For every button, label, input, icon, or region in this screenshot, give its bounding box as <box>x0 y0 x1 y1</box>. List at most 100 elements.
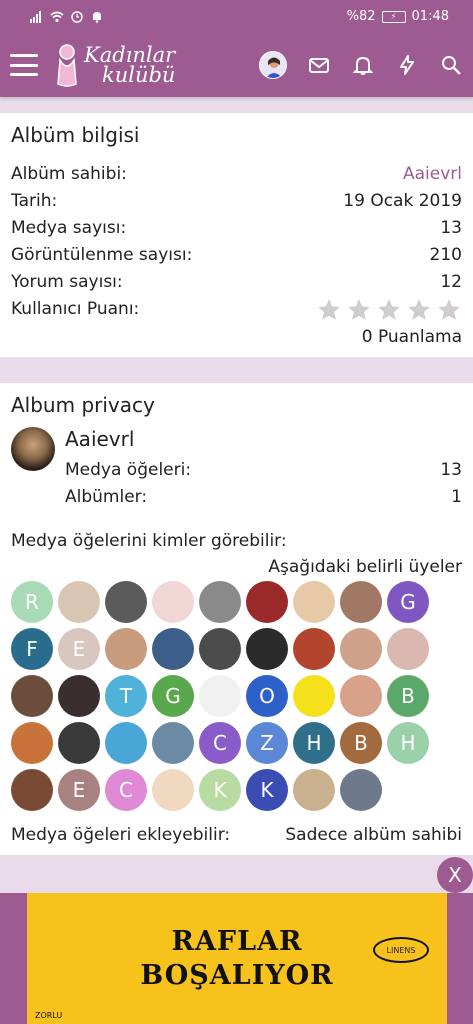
member-avatar[interactable] <box>293 769 335 811</box>
battery-percent: %82 <box>346 9 376 24</box>
member-avatar[interactable]: B <box>387 675 429 717</box>
member-avatar[interactable]: R <box>11 581 53 623</box>
member-avatar[interactable]: E <box>58 769 100 811</box>
album-date-row: Tarih: 19 Ocak 2019 <box>11 188 462 215</box>
member-avatar[interactable] <box>58 722 100 764</box>
close-ad-button[interactable]: X <box>437 857 473 893</box>
album-privacy-card: Album privacy Aaievrl Medya öğeleri: 13 … <box>0 383 473 855</box>
lightning-bolt-icon[interactable] <box>395 53 419 77</box>
owner-albums-label: Albümler: <box>65 487 148 507</box>
who-can-add-row: Medya öğeleri ekleyebilir: Sadece albüm … <box>11 825 462 845</box>
who-can-add-value: Sadece albüm sahibi <box>285 825 462 845</box>
comment-count-value: 12 <box>440 272 462 292</box>
member-avatar[interactable] <box>11 769 53 811</box>
battery-icon: ⚡ <box>381 10 406 23</box>
member-avatar[interactable]: Z <box>246 722 288 764</box>
member-avatar[interactable]: C <box>105 769 147 811</box>
member-avatar[interactable] <box>246 581 288 623</box>
member-avatar[interactable] <box>152 581 194 623</box>
menu-icon[interactable] <box>10 54 38 76</box>
star-icon[interactable] <box>346 297 372 323</box>
member-avatar[interactable] <box>293 675 335 717</box>
messages-envelope-icon[interactable] <box>307 53 331 77</box>
header-actions <box>259 51 463 79</box>
alerts-bell-icon[interactable] <box>351 53 375 77</box>
user-avatar[interactable] <box>259 51 287 79</box>
media-count-label: Medya sayısı: <box>11 218 127 238</box>
owner-media-label: Medya öğeleri: <box>65 460 192 480</box>
member-avatar[interactable] <box>58 581 100 623</box>
member-avatar[interactable] <box>152 628 194 670</box>
member-avatar[interactable] <box>105 628 147 670</box>
member-avatar[interactable] <box>340 628 382 670</box>
search-icon[interactable] <box>439 53 463 77</box>
star-icon[interactable] <box>316 297 342 323</box>
member-avatar[interactable]: H <box>387 722 429 764</box>
member-avatar[interactable] <box>105 581 147 623</box>
album-info-card: Albüm bilgisi Albüm sahibi: Aaievrl Tari… <box>0 113 473 357</box>
member-avatar[interactable] <box>199 675 241 717</box>
member-avatar[interactable]: T <box>105 675 147 717</box>
who-can-view-label: Medya öğelerini kimler görebilir: <box>11 531 287 551</box>
wifi-icon <box>50 11 64 23</box>
owner-albums-row: Albümler: 1 <box>65 484 462 511</box>
member-avatar[interactable]: H <box>293 722 335 764</box>
member-avatar[interactable] <box>387 628 429 670</box>
member-avatar[interactable] <box>246 628 288 670</box>
member-avatar[interactable] <box>11 722 53 764</box>
owner-name[interactable]: Aaievrl <box>65 427 462 451</box>
signal-icon <box>30 11 41 23</box>
star-icon[interactable] <box>436 297 462 323</box>
view-count-value: 210 <box>429 245 462 265</box>
album-date-value: 19 Ocak 2019 <box>343 191 462 211</box>
ad-footer-brand: ZORLU <box>35 1011 63 1020</box>
owner-block: Aaievrl Medya öğeleri: 13 Albümler: 1 <box>11 427 462 511</box>
member-avatars: RGFETGOBCZHBHECKK <box>11 581 462 811</box>
member-avatar[interactable] <box>199 581 241 623</box>
member-avatar[interactable]: B <box>340 722 382 764</box>
user-rating-label: Kullanıcı Puanı: <box>11 299 140 319</box>
logo-text: Kadınlar kulübü <box>84 43 176 87</box>
member-avatar[interactable] <box>340 769 382 811</box>
member-avatar[interactable] <box>58 675 100 717</box>
member-avatar[interactable]: C <box>199 722 241 764</box>
album-privacy-title: Album privacy <box>11 393 155 417</box>
member-avatar[interactable]: G <box>387 581 429 623</box>
logo-figure-icon <box>57 44 77 87</box>
star-icon[interactable] <box>406 297 432 323</box>
member-avatar[interactable]: K <box>246 769 288 811</box>
ad-creative[interactable]: RAFLAR BOŞALIYOR LINENS ZORLU <box>27 893 447 1024</box>
member-avatar[interactable]: O <box>246 675 288 717</box>
member-avatar[interactable] <box>105 722 147 764</box>
ad-brand-logo: LINENS <box>373 937 429 963</box>
member-avatar[interactable] <box>340 581 382 623</box>
clock: 01:48 <box>411 9 449 24</box>
member-avatar[interactable]: K <box>199 769 241 811</box>
owner-albums-value: 1 <box>451 487 462 507</box>
member-avatar[interactable] <box>293 628 335 670</box>
member-avatar[interactable]: E <box>58 628 100 670</box>
logo-line-1: Kadınlar <box>84 43 176 67</box>
status-icons-right: %82 ⚡ 01:48 <box>347 9 449 24</box>
member-avatar[interactable] <box>11 675 53 717</box>
member-avatar[interactable] <box>293 581 335 623</box>
star-icon[interactable] <box>376 297 402 323</box>
member-avatar[interactable]: F <box>11 628 53 670</box>
avatar-image-icon <box>260 52 286 78</box>
member-avatar[interactable]: G <box>152 675 194 717</box>
member-avatar[interactable] <box>199 628 241 670</box>
site-logo[interactable]: Kadınlar kulübü <box>54 42 175 88</box>
owner-avatar[interactable] <box>11 427 55 471</box>
status-icons-left <box>30 10 104 23</box>
app-bar: Kadınlar kulübü <box>0 33 473 97</box>
ad-banner[interactable]: RAFLAR BOŞALIYOR LINENS ZORLU <box>0 893 473 1024</box>
rating-stars <box>316 297 462 323</box>
member-avatar[interactable] <box>152 722 194 764</box>
member-avatar[interactable] <box>340 675 382 717</box>
view-count-label: Görüntülenme sayısı: <box>11 245 193 265</box>
album-date-label: Tarih: <box>11 191 58 211</box>
member-avatar[interactable] <box>152 769 194 811</box>
ratings-count: 0 Puanlama <box>361 327 462 347</box>
album-owner-link[interactable]: Aaievrl <box>403 161 462 188</box>
logo-line-2: kulübü <box>102 63 176 87</box>
